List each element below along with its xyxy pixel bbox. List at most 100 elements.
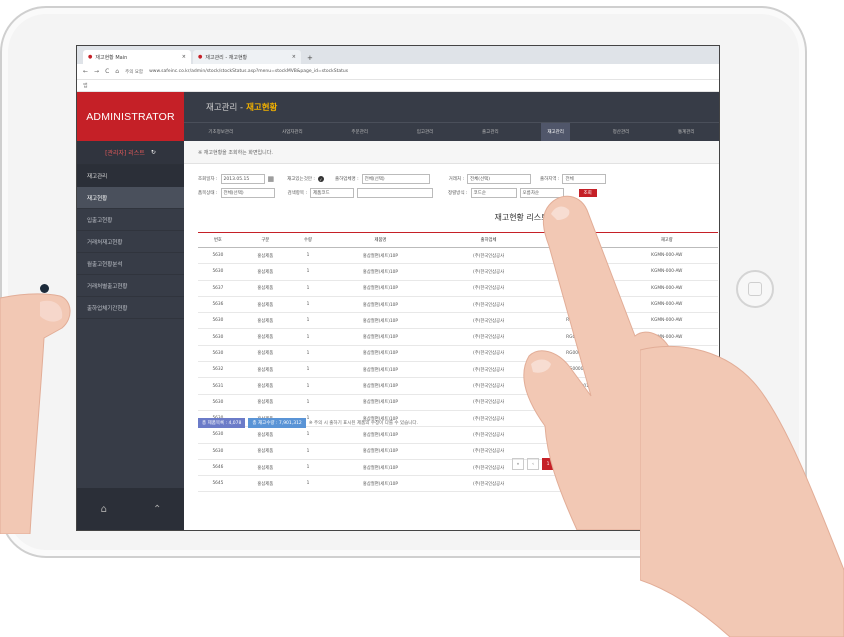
col-product[interactable]: 제품명 (323, 232, 438, 248)
page-4-button[interactable]: 4 (587, 458, 599, 470)
table-row[interactable]: 5630홍삼제품1홍삼절편(세트)10P(주)한국인삼공사RG000001KGM… (198, 263, 718, 281)
menu-outbound[interactable]: 출고관리 (476, 123, 505, 141)
sort-select-1[interactable]: 코드순 (470, 188, 517, 198)
page-3-button[interactable]: 3 (572, 458, 584, 470)
cell-product: 홍삼절편(세트)10P (323, 475, 438, 493)
col-stock[interactable]: 재고량 (615, 232, 718, 248)
table-row[interactable]: 5630홍삼제품1홍삼절편(세트)10P(주)한국인삼공사RG000001KGM… (198, 443, 718, 460)
calendar-icon[interactable]: ▦ (268, 175, 275, 183)
table-row[interactable]: 5645 홍삼제품 1 홍삼절편(세트)10P (주)한국인삼공사 RG000001 KGM… (198, 475, 718, 493)
col-type[interactable]: 구분 (237, 232, 293, 248)
customer-select[interactable]: 전체(선택) (466, 174, 531, 184)
col-qty[interactable]: 수량 (292, 232, 324, 248)
menu-stock[interactable]: 재고관리 (541, 123, 570, 141)
page-2-button[interactable]: 2 (557, 458, 569, 470)
tab-close-icon[interactable]: × (292, 54, 296, 60)
cell-qty: 1 (292, 443, 324, 460)
table-row[interactable]: 5630홍삼제품1홍삼절편(세트)10P(주)한국인삼공사RG000001KGM… (198, 426, 718, 444)
cell-qty: 1 (292, 328, 324, 346)
table-row[interactable]: 5646 홍삼제품 1 홍삼절편(세트)10P (주)한국인삼공사 RG000001 KGM… (198, 459, 718, 477)
cell-type: 홍삼제품 (237, 345, 293, 363)
sidebar-footer: ⌂ ⌃ (77, 488, 184, 530)
forward-icon[interactable]: → (94, 68, 99, 75)
sort-select-2[interactable]: 오름차순 (519, 188, 564, 198)
menu-basic-info[interactable]: 기초정보관리 (202, 123, 239, 141)
first-page-button[interactable]: « (512, 458, 524, 470)
browser-tabstrip: ● 재고현황 Main × ● 재고관리 - 재고현황 × + (77, 46, 719, 64)
table-header-row: 번호 구분 수량 제품명 출하업체 제품코드 재고량 (198, 232, 718, 248)
browser-tab-1[interactable]: ● 재고현황 Main × (83, 50, 191, 64)
menu-statistics[interactable]: 통계관리 (672, 123, 701, 141)
url-field[interactable]: www.safeinc.co.kr/admin/stock/stockStatu… (149, 69, 348, 74)
stock-only-checkbox[interactable]: ✓ (317, 176, 324, 182)
cell-no: 5630 (198, 426, 238, 444)
security-label[interactable]: 주의 요함 (125, 69, 143, 75)
table-row[interactable]: 5637 홍삼제품 1 홍삼절편(세트)10P (주)한국인삼공사 RG000001 KGM… (198, 280, 718, 297)
summary-note: ※ 주의 시 출하기 표시된 제품의 수정이 다를 수 있습니다. (308, 421, 418, 426)
menu-orders[interactable]: 주문관리 (345, 123, 374, 141)
browser-tab-2[interactable]: ● 재고관리 - 재고현황 × (193, 50, 301, 64)
cell-product: 홍삼절편(세트)10P (323, 361, 438, 379)
table-row[interactable]: 5630홍삼제품1홍삼절편(세트)10P(주)한국인삼공사RG000001KGM… (198, 394, 718, 411)
status-label: 품목상태 : (198, 191, 218, 196)
sidebar-item-stock-status[interactable]: 재고현황 (77, 187, 184, 209)
table-row[interactable]: 5632 홍삼제품 1 홍삼절편(세트)10P (주)한국인삼공사 RG000001 KGM… (198, 361, 718, 379)
sidebar-item-supplier-period[interactable]: 출하업체기간현황 (77, 297, 184, 319)
apps-bookmark[interactable]: 앱 (83, 82, 88, 89)
reload-icon[interactable]: C (105, 68, 109, 75)
sidebar-item-in-out[interactable]: 입출고현황 (77, 209, 184, 231)
tab-close-icon[interactable]: × (182, 54, 186, 60)
scroll-up-icon[interactable]: ⌃ (131, 488, 185, 530)
table-row[interactable]: 5630홍삼제품1홍삼절편(세트)10P(주)한국인삼공사RG000001KGM… (198, 345, 718, 363)
search-input[interactable] (357, 188, 434, 198)
cell-qty: 1 (292, 426, 324, 444)
search-type-select[interactable]: 제품코드 (310, 188, 355, 198)
sidebar-item-customer-out[interactable]: 거래처별출고현황 (77, 275, 184, 297)
admin-logo[interactable]: ADMINISTRATOR (77, 92, 184, 141)
sidebar-item-customer-stock[interactable]: 거래처재고현황 (77, 231, 184, 253)
home-icon[interactable]: ⌂ (115, 68, 119, 75)
favicon-icon: ● (88, 54, 93, 60)
table-row[interactable]: 5630홍삼제품1홍삼절편(세트)10P(주)한국인삼공사RG000001KGM… (198, 247, 718, 265)
col-code[interactable]: 제품코드 (539, 232, 616, 248)
cell-qty: 1 (292, 345, 324, 363)
back-icon[interactable]: ← (83, 68, 88, 75)
search-button[interactable]: 조회 (578, 189, 597, 197)
date-input[interactable]: 2013.05.15 (220, 174, 265, 184)
cell-code: RG000001 (539, 263, 616, 281)
cell-product: 홍삼절편(세트)10P (323, 345, 438, 363)
cell-stock: KGMN-000-AW (615, 443, 718, 460)
total-items-badge: 총 제품목록 : 4,078 (198, 418, 246, 428)
cell-code: RG000001 (539, 247, 616, 265)
prev-page-button[interactable]: ‹ (527, 458, 539, 470)
home-icon[interactable]: ⌂ (77, 488, 131, 530)
cell-type: 홍삼제품 (237, 426, 293, 444)
table-row[interactable]: 5636 홍삼제품 1 홍삼절편(세트)10P (주)한국인삼공사 RG000001 KGM… (198, 296, 718, 314)
supplier-select[interactable]: 전체(선택) (361, 174, 430, 184)
cell-supplier: (주)한국인삼공사 (437, 361, 540, 379)
table-row[interactable]: 5631 홍삼제품 1 홍삼절편(세트)10P (주)한국인삼공사 RG000001 KGM… (198, 377, 718, 395)
stock-table: 번호 구분 수량 제품명 출하업체 제품코드 재고량 5630 홍삼제품 1 홍삼절편… (198, 232, 718, 493)
home-button[interactable] (736, 270, 774, 308)
table-row[interactable]: 5630홍삼제품1홍삼절편(세트)10P(주)한국인삼공사RG000001KGM… (198, 312, 718, 330)
table-row[interactable]: 5630홍삼제품1홍삼절편(세트)10P(주)한국인삼공사RG000001KGM… (198, 328, 718, 346)
shop-link[interactable]: [관리자] 리스트 ↻ (77, 141, 184, 165)
cell-type: 홍삼제품 (237, 296, 293, 314)
address-bar: ← → C ⌂ 주의 요함 www.safeinc.co.kr/admin/st… (77, 64, 719, 80)
menu-settlement[interactable]: 정산관리 (607, 123, 636, 141)
sidebar: ADMINISTRATOR [관리자] 리스트 ↻ 재고관리 재고현황 입출고현… (77, 92, 184, 530)
stock-only-label: 재고있는것만 : (287, 177, 315, 182)
cell-no: 5630 (198, 263, 238, 281)
col-supplier[interactable]: 출하업체 (437, 232, 540, 248)
menu-business[interactable]: 사업자관리 (276, 123, 309, 141)
page-1-button[interactable]: 1 (542, 458, 554, 470)
col-no[interactable]: 번호 (198, 232, 238, 248)
status-select[interactable]: 전체(선택) (220, 188, 275, 198)
sidebar-item-monthly[interactable]: 월출고현황분석 (77, 253, 184, 275)
cell-code: RG000001 (539, 296, 616, 314)
cell-product: 홍삼절편(세트)10P (323, 312, 438, 330)
menu-inbound[interactable]: 입고관리 (411, 123, 440, 141)
region-select[interactable]: 전체 (562, 174, 607, 184)
notice-text: ※ 재고현황을 조회하는 화면입니다. (184, 141, 719, 164)
new-tab-button[interactable]: + (303, 54, 317, 64)
